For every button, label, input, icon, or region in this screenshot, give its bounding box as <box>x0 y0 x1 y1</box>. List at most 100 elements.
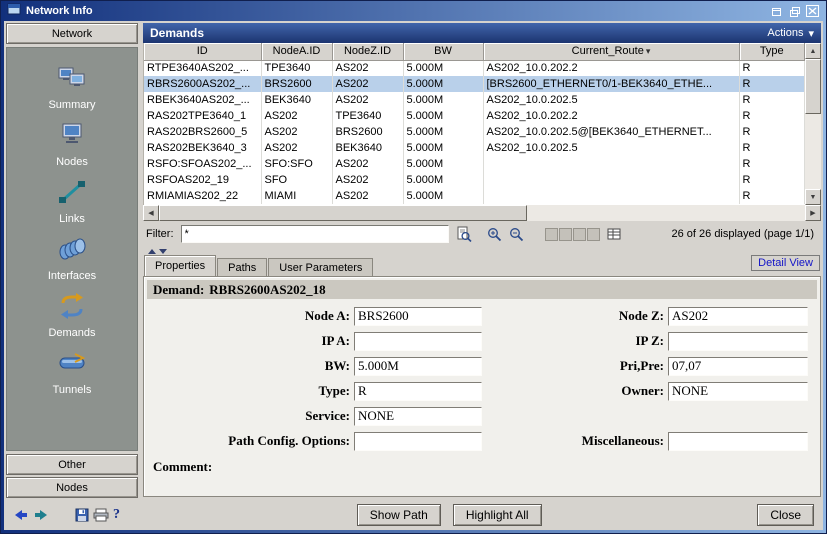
pri-pre-field[interactable] <box>668 357 808 376</box>
column-header-type[interactable]: Type <box>739 43 805 60</box>
ip-z-label: IP Z: <box>482 333 668 349</box>
save-icon[interactable] <box>75 508 89 522</box>
back-icon[interactable] <box>13 508 29 522</box>
column-header-nodea[interactable]: NodeA.ID <box>261 43 332 60</box>
filter-preview-icon[interactable] <box>456 226 472 242</box>
show-path-button[interactable]: Show Path <box>357 504 441 526</box>
close-button[interactable]: Close <box>757 504 814 526</box>
scroll-left-icon[interactable]: ◀ <box>143 205 159 221</box>
scroll-right-icon[interactable]: ▶ <box>805 205 821 221</box>
pri-pre-label: Pri,Pre: <box>482 358 668 374</box>
cell <box>483 188 739 204</box>
cell: 5.000M <box>403 60 483 76</box>
path-config-options-field[interactable] <box>354 432 482 451</box>
type-field[interactable] <box>354 382 482 401</box>
service-field[interactable] <box>354 407 482 426</box>
table-row[interactable]: RSFO:SFOAS202_...SFO:SFOAS2025.000MR <box>144 156 805 172</box>
service-label: Service: <box>144 408 354 424</box>
column-header-current-route[interactable]: Current_Route▾ <box>483 43 739 60</box>
node-a-field[interactable] <box>354 307 482 326</box>
table-row[interactable]: RMIAMIAS202_22MIAMIAS2025.000MR <box>144 188 805 204</box>
owner-field[interactable] <box>668 382 808 401</box>
filter-input[interactable] <box>181 225 449 243</box>
forward-icon[interactable] <box>33 508 49 522</box>
cell: 5.000M <box>403 124 483 140</box>
cell <box>483 172 739 188</box>
column-header-bw[interactable]: BW <box>403 43 483 60</box>
sidebar-item-interfaces[interactable]: Interfaces <box>7 233 137 290</box>
cell: AS202 <box>261 124 332 140</box>
cell: [BRS2600_ETHERNET0/1-BEK3640_ETHE... <box>483 76 739 92</box>
split-divider[interactable] <box>143 247 821 255</box>
horizontal-scroll-thumb[interactable] <box>159 205 527 221</box>
tab-properties[interactable]: Properties <box>144 255 216 276</box>
help-icon[interactable]: ? <box>113 507 120 523</box>
scroll-up-icon[interactable]: ▲ <box>805 43 821 59</box>
collapse-up-icon[interactable] <box>148 249 156 254</box>
cell: AS202 <box>332 76 403 92</box>
page-nav-button-1[interactable] <box>545 228 558 241</box>
cell: RTPE3640AS202_... <box>144 60 261 76</box>
sidebar-item-demands[interactable]: Demands <box>7 290 137 347</box>
properties-panel: Demand: RBRS2600AS202_18 Node A: Node Z:… <box>143 276 821 497</box>
print-icon[interactable] <box>93 508 109 522</box>
cell: TPE3640 <box>261 60 332 76</box>
ip-z-field[interactable] <box>668 332 808 351</box>
detail-view-button[interactable]: Detail View <box>751 255 820 271</box>
demands-panel: Demands Actions ▾ ID NodeA.ID Nod <box>140 21 823 500</box>
status-text: 26 of 26 displayed (page 1/1) <box>672 228 819 240</box>
miscellaneous-field[interactable] <box>668 432 808 451</box>
node-z-field[interactable] <box>668 307 808 326</box>
table-row[interactable]: RAS202BEK3640_3AS202BEK36405.000MAS202_1… <box>144 140 805 156</box>
filter-label: Filter: <box>146 228 174 240</box>
table-row[interactable]: RAS202BRS2600_5AS202BRS26005.000MAS202_1… <box>144 124 805 140</box>
cell: AS202 <box>332 172 403 188</box>
zoom-out-icon[interactable] <box>509 227 524 242</box>
scroll-down-icon[interactable]: ▼ <box>805 189 821 205</box>
page-nav-button-4[interactable] <box>587 228 600 241</box>
highlight-all-button[interactable]: Highlight All <box>453 504 542 526</box>
column-header-id[interactable]: ID <box>144 43 261 60</box>
ip-a-field[interactable] <box>354 332 482 351</box>
window-body: Network Summary Nodes <box>4 21 823 530</box>
cell: BRS2600 <box>261 76 332 92</box>
zoom-in-icon[interactable] <box>487 227 502 242</box>
other-button[interactable]: Other <box>6 454 138 475</box>
vertical-scrollbar[interactable]: ▲ ▼ <box>805 43 821 205</box>
network-button[interactable]: Network <box>6 23 138 44</box>
tab-paths[interactable]: Paths <box>217 258 267 276</box>
page-nav-button-3[interactable] <box>573 228 586 241</box>
tab-user-parameters[interactable]: User Parameters <box>268 258 373 276</box>
sidebar-item-label: Links <box>59 213 85 225</box>
sidebar-item-summary[interactable]: Summary <box>7 62 137 119</box>
vertical-scroll-thumb[interactable] <box>805 59 821 114</box>
summary-icon <box>57 65 87 96</box>
sidebar-item-tunnels[interactable]: Tunnels <box>7 347 137 404</box>
sidebar-item-links[interactable]: Links <box>7 176 137 233</box>
table-view-icon[interactable] <box>607 228 621 240</box>
column-header-nodez[interactable]: NodeZ.ID <box>332 43 403 60</box>
sidebar-item-nodes[interactable]: Nodes <box>7 119 137 176</box>
page-nav-button-2[interactable] <box>559 228 572 241</box>
cell: AS202_10.0.202.5 <box>483 140 739 156</box>
nodes-button[interactable]: Nodes <box>6 477 138 498</box>
maximize-icon[interactable] <box>787 4 802 18</box>
sort-caret-icon: ▾ <box>646 46 651 56</box>
collapse-down-icon[interactable] <box>159 249 167 254</box>
cell: RBEK3640AS202_... <box>144 92 261 108</box>
titlebar[interactable]: Network Info <box>4 1 823 21</box>
table-row-selected[interactable]: RBRS2600AS202_...BRS2600AS2025.000M[BRS2… <box>144 76 805 92</box>
horizontal-scrollbar[interactable]: ◀ ▶ <box>143 205 821 221</box>
actions-menu-button[interactable]: Actions ▾ <box>767 27 814 40</box>
cell <box>483 156 739 172</box>
links-icon <box>57 179 87 210</box>
bw-field[interactable] <box>354 357 482 376</box>
table-row[interactable]: RBEK3640AS202_...BEK3640AS2025.000MAS202… <box>144 92 805 108</box>
undock-icon[interactable] <box>769 4 784 18</box>
cell: R <box>739 172 805 188</box>
table-row[interactable]: RSFOAS202_19SFOAS2025.000MR <box>144 172 805 188</box>
close-icon[interactable] <box>805 4 820 18</box>
table-row[interactable]: RTPE3640AS202_...TPE3640AS2025.000MAS202… <box>144 60 805 76</box>
table-row[interactable]: RAS202TPE3640_1AS202TPE36405.000MAS202_1… <box>144 108 805 124</box>
cell: AS202 <box>332 188 403 204</box>
